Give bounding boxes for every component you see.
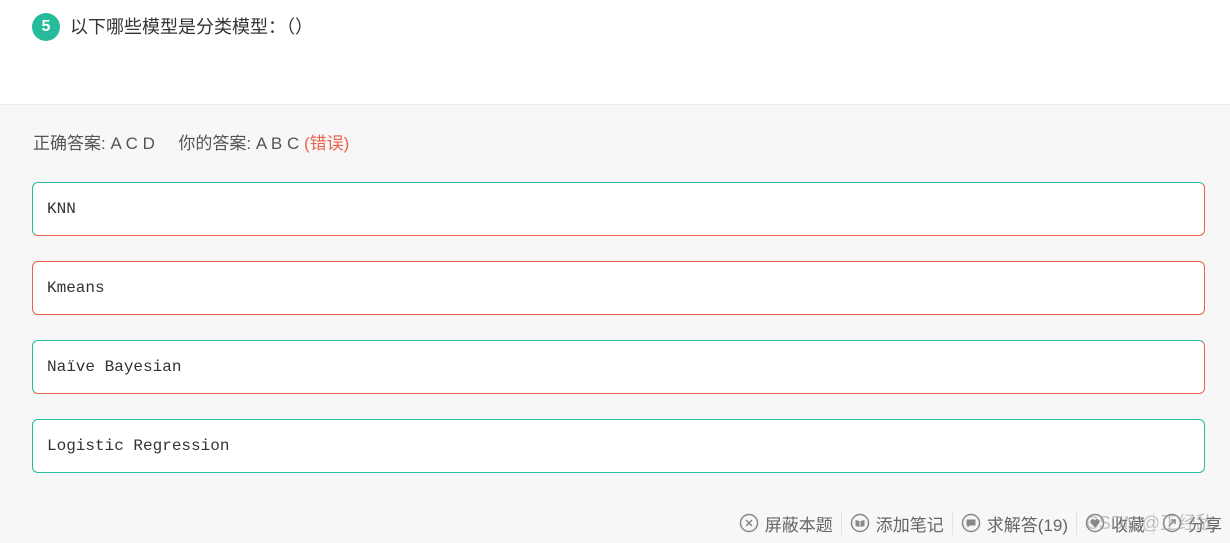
share-label: 分享	[1188, 515, 1222, 535]
option-b[interactable]: Kmeans	[32, 261, 1205, 315]
ask-label: 求解答(19)	[986, 515, 1068, 535]
option-c[interactable]: Naïve Bayesian	[32, 340, 1205, 394]
answer-panel: 正确答案: A C D 你的答案: A B C (错误) KNN Kmeans …	[0, 104, 1230, 543]
option-text: KNN	[47, 200, 76, 218]
option-text: Logistic Regression	[47, 437, 230, 455]
block-question-button[interactable]: 屏蔽本题	[731, 511, 841, 535]
option-text: Kmeans	[47, 279, 105, 297]
question-text: 以下哪些模型是分类模型：（）	[70, 17, 313, 37]
option-a[interactable]: KNN	[32, 182, 1205, 236]
answer-summary: 正确答案: A C D 你的答案: A B C (错误)	[33, 132, 349, 156]
block-icon	[739, 513, 759, 533]
favorite-label: 收藏	[1111, 515, 1145, 535]
chat-bubble-icon	[961, 513, 981, 533]
correct-answer-label: 正确答案:	[33, 134, 106, 153]
heart-icon	[1085, 513, 1105, 533]
question-header: 5 以下哪些模型是分类模型：（）	[0, 0, 1230, 104]
favorite-button[interactable]: 收藏	[1076, 511, 1153, 535]
share-button[interactable]: 分享	[1153, 511, 1230, 535]
option-d[interactable]: Logistic Regression	[32, 419, 1205, 473]
block-label: 屏蔽本题	[764, 515, 833, 535]
answer-status: (错误)	[304, 134, 350, 153]
your-answer-value: A B C	[255, 134, 300, 153]
option-text: Naïve Bayesian	[47, 358, 182, 376]
question-number-badge: 5	[32, 13, 60, 41]
note-label: 添加笔记	[875, 515, 944, 535]
question-toolbar: 屏蔽本题 添加笔记 求解答(19) 收藏 分享	[731, 509, 1230, 537]
share-icon	[1162, 513, 1182, 533]
your-answer-label: 你的答案:	[178, 134, 252, 153]
add-note-button[interactable]: 添加笔记	[840, 511, 952, 535]
ask-answer-button[interactable]: 求解答(19)	[951, 511, 1076, 535]
correct-answer-value: A C D	[110, 134, 155, 153]
book-icon	[850, 513, 870, 533]
